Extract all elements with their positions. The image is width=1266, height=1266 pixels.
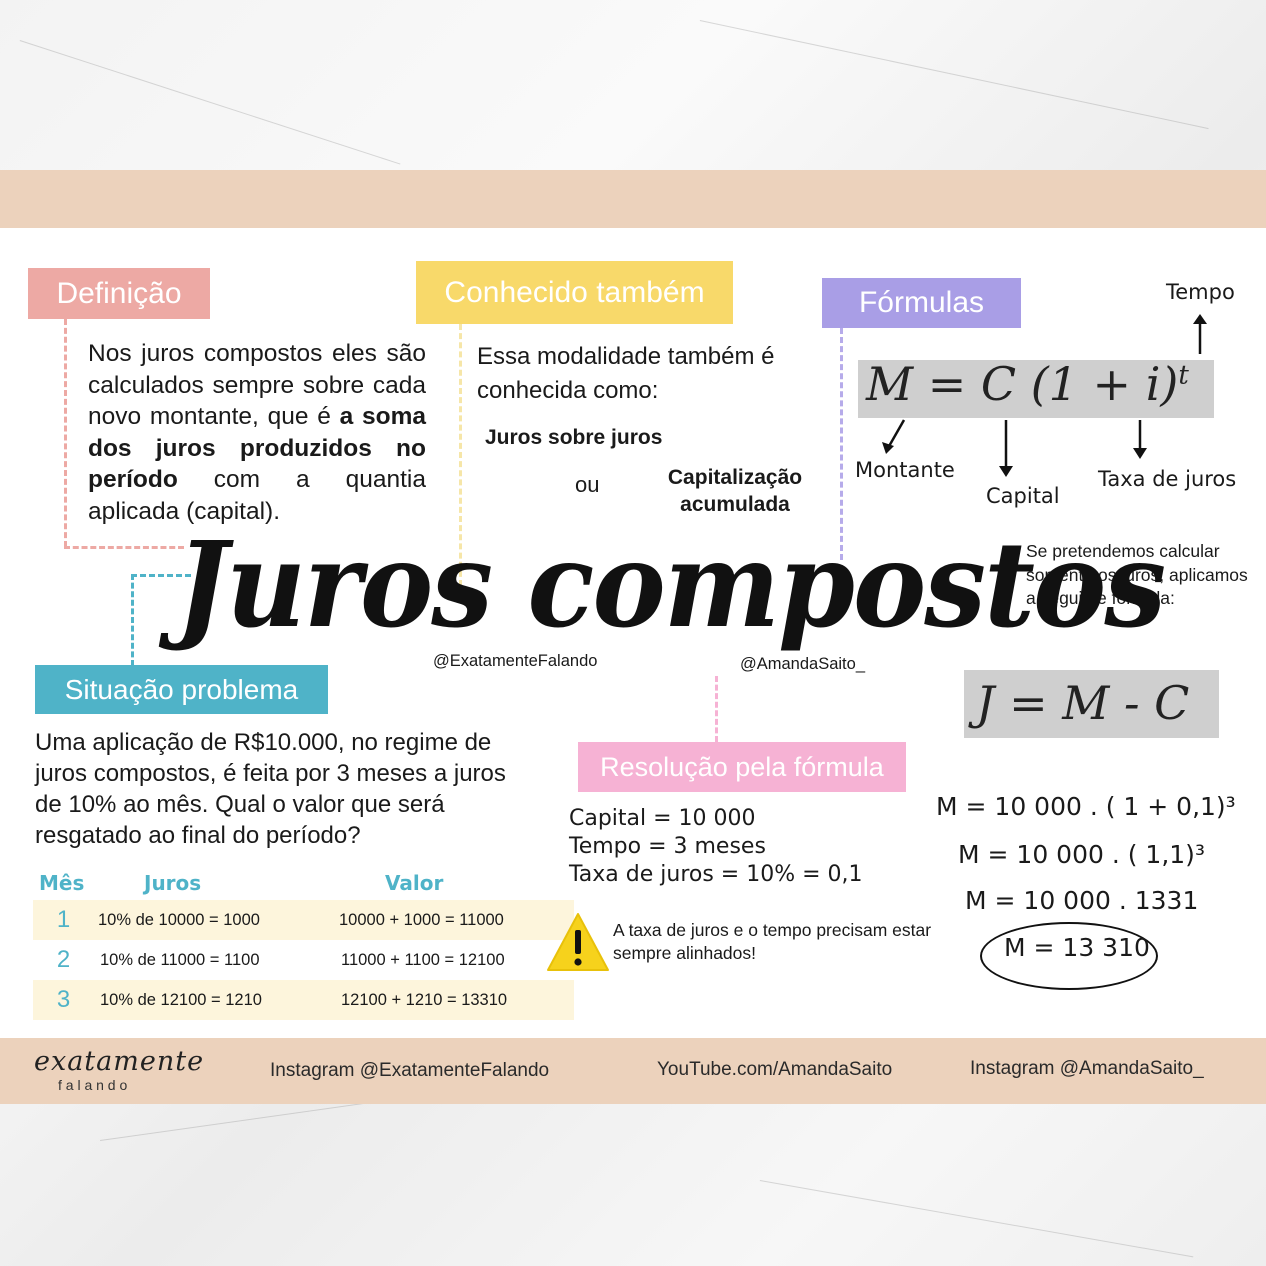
credit-right: @AmandaSaito_ (740, 655, 865, 673)
result: M = 13 310 (1004, 933, 1150, 962)
table-cell-juros: 10% de 11000 = 1100 (100, 950, 260, 969)
footer-link-instagram-amanda[interactable]: Instagram @AmandaSaito_ (970, 1058, 1204, 1080)
table-cell-juros: 10% de 10000 = 1000 (98, 910, 260, 929)
top-band (0, 170, 1266, 228)
table-cell-mes: 2 (56, 946, 71, 973)
table-cell-mes: 3 (56, 986, 71, 1013)
table-header-juros: Juros (144, 871, 202, 895)
marble-vein (19, 40, 401, 165)
step-2: M = 10 000 . ( 1,1)³ (958, 840, 1205, 869)
marble-vein (699, 20, 1209, 130)
arrow-down-icon (1133, 420, 1147, 459)
step-3: M = 10 000 . 1331 (965, 886, 1199, 915)
label-capital: Capital (986, 484, 1060, 508)
table-cell-valor: 12100 + 1210 = 13310 (341, 990, 508, 1009)
conhecido-alt-1: Juros sobre juros (485, 426, 663, 449)
label-taxa: Taxa de juros (1098, 467, 1237, 491)
table-cell-valor: 10000 + 1000 = 11000 (339, 910, 504, 929)
table-cell-valor: 11000 + 1100 = 12100 (341, 950, 505, 969)
table-header-mes: Mês (39, 871, 85, 895)
logo: exatamente f a l a n d o (34, 1046, 214, 1093)
marble-vein (759, 1180, 1194, 1258)
situacao-connector (131, 574, 134, 666)
arrow-down-icon (999, 420, 1013, 477)
resolucao-tempo: Tempo = 3 meses (569, 834, 766, 859)
situacao-heading: Situação problema (35, 665, 328, 714)
label-montante: Montante (855, 458, 955, 482)
formulas-heading: Fórmulas (822, 278, 1021, 328)
footer-link-instagram-exatamente[interactable]: Instagram @ExatamenteFalando (270, 1060, 549, 1082)
resolucao-warning: A taxa de juros e o tempo precisam estar… (613, 920, 932, 963)
resolucao-heading: Resolução pela fórmula (578, 742, 906, 792)
footer-link-youtube[interactable]: YouTube.com/AmandaSaito (657, 1059, 892, 1081)
table-header-valor: Valor (385, 871, 444, 895)
table-row: 1 10% de 10000 = 1000 10000 + 1000 = 110… (33, 900, 574, 940)
definicao-connector (64, 546, 184, 549)
situacao-connector (131, 574, 191, 577)
table-row: 2 10% de 11000 = 1100 11000 + 1100 = 121… (33, 940, 574, 980)
definicao-connector (64, 319, 67, 547)
step-1: M = 10 000 . ( 1 + 0,1)³ (936, 792, 1236, 821)
definicao-heading: Definição (28, 268, 210, 319)
arrow-up-icon (1193, 314, 1207, 354)
logo-top: exatamente (34, 1046, 205, 1077)
table-cell-juros: 10% de 12100 = 1210 (100, 990, 262, 1009)
table-cell-mes: 1 (56, 906, 71, 933)
resolucao-connector (715, 676, 718, 742)
resolucao-taxa: Taxa de juros = 10% = 0,1 (569, 862, 863, 887)
arrow-down-left-icon (882, 419, 906, 454)
table-row: 3 10% de 12100 = 1210 12100 + 1210 = 133… (33, 980, 574, 1020)
conhecido-or: ou (575, 472, 600, 497)
definicao-text: Nos juros compostos eles são calculados … (88, 340, 427, 525)
resolucao-capital: Capital = 10 000 (569, 806, 756, 831)
conhecido-intro: Essa modalidade também é conhecida como: (477, 343, 775, 404)
exponent-t: t (1178, 360, 1189, 391)
credit-left: @ExatamenteFalando (433, 652, 598, 670)
juros-formula: J = M - C (976, 676, 1190, 730)
mes-table: Mês Juros Valor 1 10% de 10000 = 1000 10… (33, 866, 574, 1020)
warning-icon (547, 913, 609, 971)
situacao-text: Uma aplicação de R$10.000, no regime de … (35, 729, 506, 849)
logo-bottom: f a l a n d o (58, 1077, 128, 1093)
label-tempo: Tempo (1166, 280, 1235, 304)
main-formula: M = C (1 + i)t (866, 357, 1189, 411)
conhecido-alt-2: Capitalização acumulada (667, 466, 803, 516)
conhecido-heading: Conhecido também (416, 261, 733, 324)
page-title: Juros compostos (176, 515, 1166, 654)
